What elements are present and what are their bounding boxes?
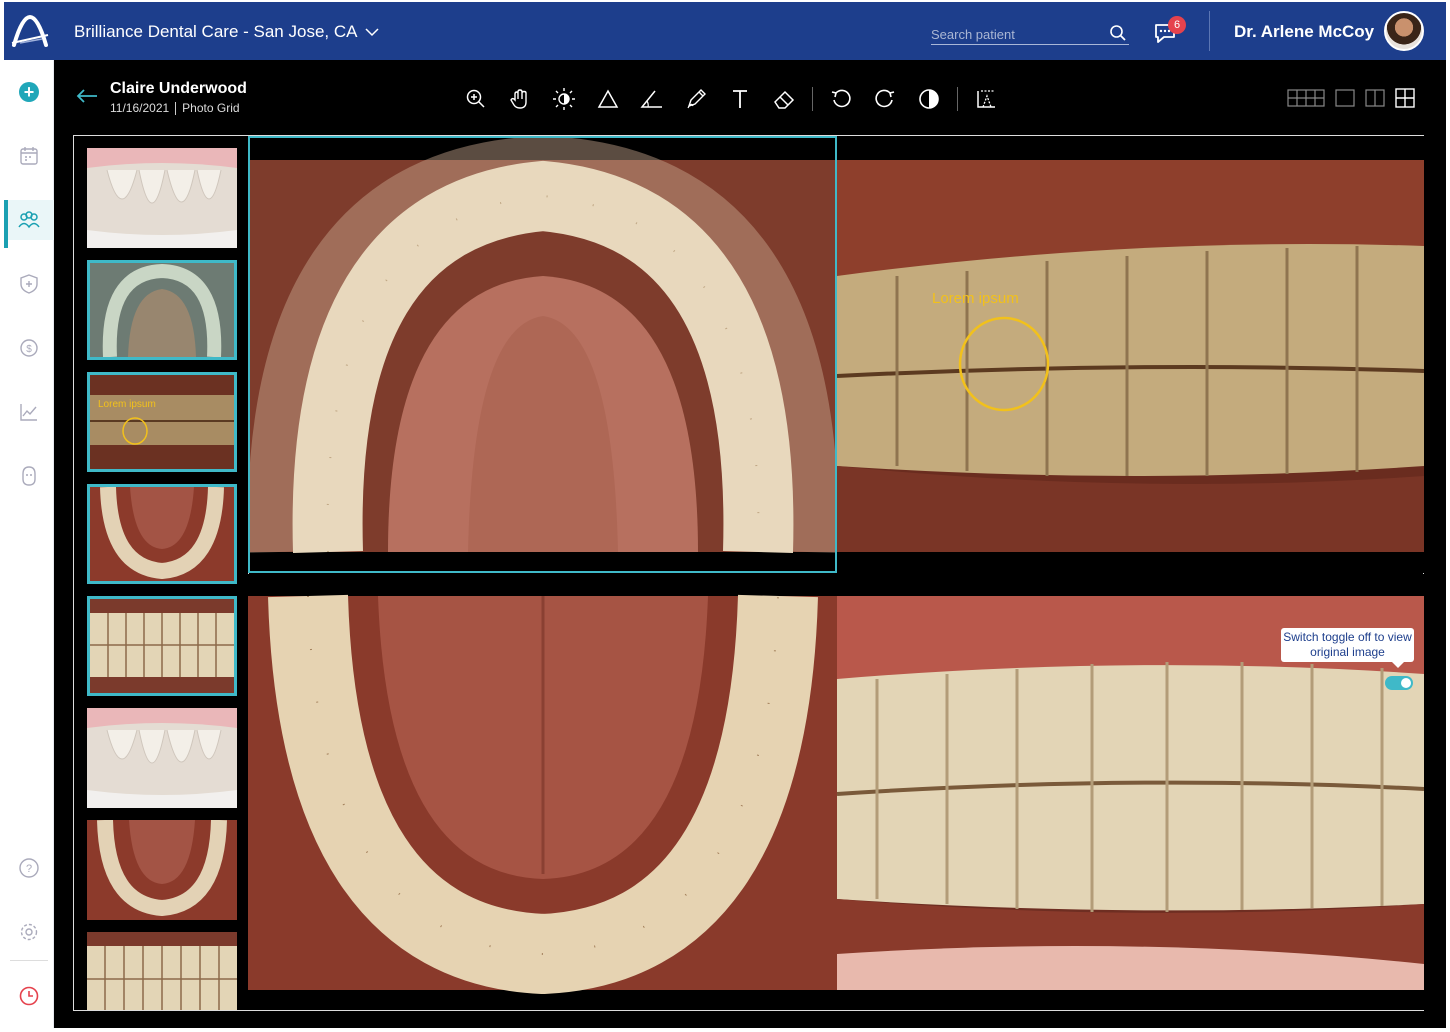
thumbnail-strip: Lorem ipsum [74, 136, 249, 1010]
toolbar-divider [957, 87, 958, 111]
reports-chart-icon[interactable] [4, 392, 54, 432]
patient-search [931, 23, 1129, 45]
back-arrow-icon[interactable] [76, 88, 98, 104]
user-name[interactable]: Dr. Arlene McCoy [1234, 22, 1374, 42]
text-icon[interactable] [718, 84, 762, 114]
search-input[interactable] [931, 23, 1101, 45]
app-window: Brilliance Dental Care - San Jose, CA 6 … [4, 2, 1446, 1028]
eraser-icon[interactable] [762, 84, 806, 114]
patient-profile-icon[interactable] [4, 456, 54, 496]
contrast-icon[interactable] [907, 84, 951, 114]
left-nav: + $ ? [4, 60, 54, 1028]
upper-occlusal-photo [248, 136, 837, 573]
photo-grid-workspace: Lorem ipsum Lorem ipsum Switch toggle of… [73, 135, 1424, 1011]
settings-icon[interactable] [4, 912, 54, 952]
clock-icon[interactable] [4, 976, 54, 1016]
annotation-label: Lorem ipsum [932, 290, 1019, 307]
toggle-tooltip: Switch toggle off to view original image [1281, 628, 1414, 668]
photo-date: 11/16/2021 [110, 101, 170, 115]
nav-divider [10, 960, 48, 961]
thumbnail-lower-occlusal[interactable] [87, 484, 237, 584]
brightness-icon[interactable] [542, 84, 586, 114]
layout-switcher [1287, 88, 1415, 108]
practice-name: Brilliance Dental Care - San Jose, CA [74, 22, 358, 41]
thumbnail-frontal-occlusion[interactable] [87, 932, 237, 1010]
top-bar: Brilliance Dental Care - San Jose, CA 6 … [4, 2, 1446, 60]
svg-text:$: $ [26, 344, 32, 355]
view-name: Photo Grid [182, 101, 240, 115]
app-logo-icon [11, 14, 49, 47]
undo-icon[interactable] [819, 84, 863, 114]
avatar[interactable] [1384, 11, 1424, 51]
patients-icon[interactable] [4, 200, 54, 248]
svg-text:?: ? [26, 863, 32, 875]
thumbnail-right-buccal-annotated[interactable]: Lorem ipsum [87, 372, 237, 472]
zoom-in-icon[interactable] [454, 84, 498, 114]
image-toolbar [454, 84, 1008, 114]
layout-four-grid-icon[interactable] [1395, 88, 1415, 108]
add-button[interactable]: + [19, 82, 39, 102]
billing-icon[interactable]: $ [4, 328, 54, 368]
layout-two-column-icon[interactable] [1365, 89, 1385, 107]
right-buccal-photo [837, 136, 1424, 573]
thumbnail-frontal-smile[interactable] [87, 708, 237, 808]
patient-subtitle: 11/16/2021 Photo Grid [110, 101, 240, 115]
annotation-toggle[interactable] [1385, 676, 1413, 690]
grid-cell-right-buccal[interactable]: Lorem ipsum [837, 136, 1424, 573]
insurance-shield-icon[interactable] [4, 264, 54, 304]
thumbnail-lower-occlusal[interactable] [87, 820, 237, 920]
pen-icon[interactable] [674, 84, 718, 114]
chevron-down-icon [365, 28, 379, 37]
annotation-label: Lorem ipsum [98, 399, 156, 410]
thumbnail-frontal-occlusion[interactable] [87, 596, 237, 696]
triangle-icon[interactable] [586, 84, 630, 114]
lower-occlusal-photo [248, 574, 837, 1010]
divider [1209, 11, 1210, 51]
calendar-icon[interactable] [4, 136, 54, 176]
grid-cell-upper-occlusal[interactable] [248, 136, 837, 573]
layout-six-grid-icon[interactable] [1287, 89, 1325, 107]
toolbar-divider [812, 87, 813, 111]
divider [175, 101, 177, 115]
help-icon[interactable]: ? [4, 848, 54, 888]
redo-icon[interactable] [863, 84, 907, 114]
thumbnail-upper-occlusal[interactable] [87, 260, 237, 360]
practice-selector[interactable]: Brilliance Dental Care - San Jose, CA [74, 22, 379, 42]
message-count-badge: 6 [1168, 16, 1186, 34]
grid-cell-lower-occlusal[interactable] [248, 574, 837, 1010]
pan-hand-icon[interactable] [498, 84, 542, 114]
layout-single-icon[interactable] [1335, 89, 1355, 107]
search-icon[interactable] [1109, 24, 1127, 42]
measure-icon[interactable] [964, 84, 1008, 114]
angle-icon[interactable] [630, 84, 674, 114]
thumbnail-frontal-smile[interactable] [87, 148, 237, 248]
patient-name: Claire Underwood [110, 80, 247, 97]
